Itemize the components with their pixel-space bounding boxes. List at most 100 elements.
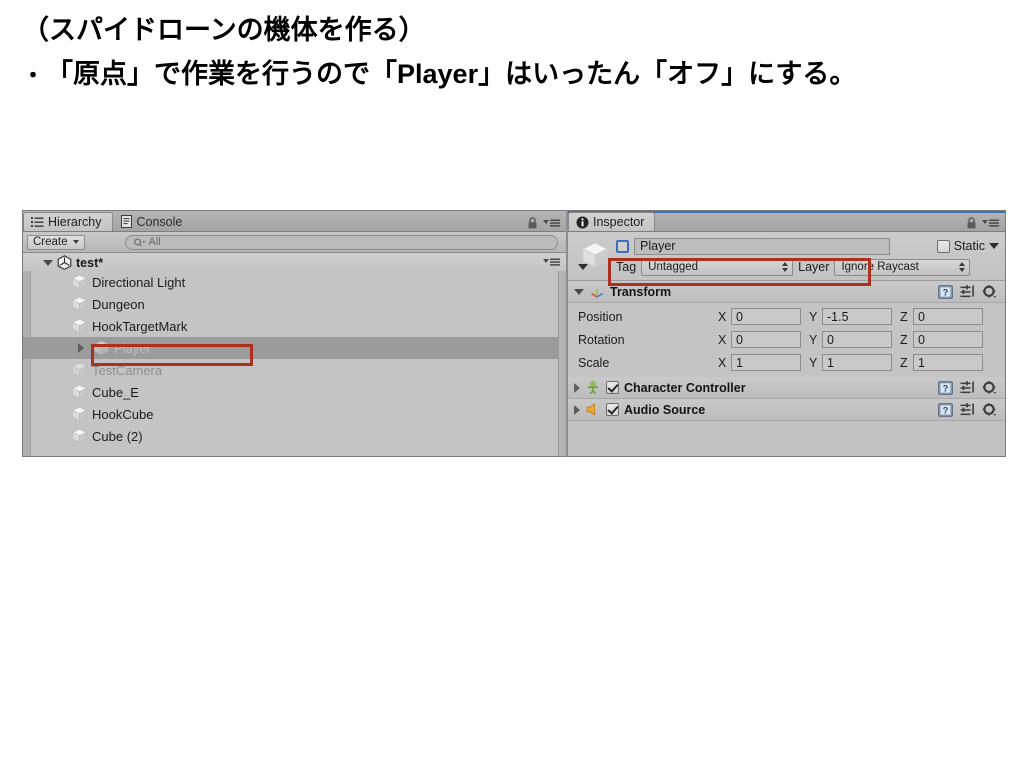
create-button[interactable]: Create [27, 234, 85, 250]
list-item-player[interactable]: Player [23, 337, 566, 359]
slide-heading-line-2: ・「原点」で作業を行うので「Player」はいったん「オフ」にする。 [22, 54, 1002, 96]
audio-source-enabled-checkbox[interactable] [606, 403, 619, 416]
hierarchy-tabstrip-controls [527, 217, 566, 231]
static-checkbox[interactable] [936, 239, 950, 253]
preset-sliders-icon[interactable] [960, 402, 975, 417]
gameobject-name-row: Player Static [616, 236, 999, 256]
tag-dropdown[interactable]: Untagged [641, 258, 794, 276]
gameobject-header: Player Static Tag Untagged Layer Ignore … [568, 232, 1005, 286]
character-controller-enabled-checkbox[interactable] [606, 381, 619, 394]
list-item[interactable]: Dungeon [23, 293, 566, 315]
slide-heading-line-1: （スパイドローンの機体を作る） [22, 15, 426, 45]
chevron-down-icon[interactable] [43, 259, 53, 266]
preset-sliders-icon[interactable] [960, 380, 975, 395]
hierarchy-panel: Hierarchy Console Create All test* Direc… [22, 210, 566, 457]
gameobject-name-field[interactable]: Player [634, 237, 890, 255]
preset-sliders-icon[interactable] [960, 284, 975, 299]
component-header-icons: ? [938, 402, 1005, 417]
scale-y-input[interactable]: 1 [822, 354, 892, 371]
axis-label-x: X [718, 309, 727, 324]
component-transform-title: Transform [610, 284, 672, 299]
position-z-input[interactable]: 0 [913, 308, 983, 325]
tag-label: Tag [616, 260, 637, 274]
console-icon [120, 215, 133, 228]
transform-rotation-row: Rotation X 0 Y 0 Z 0 [568, 328, 1005, 351]
axis-label-y: Y [809, 309, 818, 324]
component-character-controller-header[interactable]: Character Controller ? [568, 377, 1005, 399]
list-item[interactable]: Cube (2) [23, 425, 566, 447]
hierarchy-scrollbar[interactable] [558, 271, 566, 456]
rotation-y-input[interactable]: 0 [822, 331, 892, 348]
list-item[interactable]: TestCamera [23, 359, 566, 381]
slide-bullet-text: 「原点」で作業を行うので「Player」はいったん「オフ」にする。 [46, 59, 857, 89]
list-item-label: HookTargetMark [92, 318, 188, 334]
unity-editor-screenshot: Hierarchy Console Create All test* Direc… [22, 210, 1006, 457]
expand-arrow-slot[interactable] [75, 343, 87, 353]
tag-layer-row: Tag Untagged Layer Ignore Raycast [616, 258, 999, 276]
rotation-x-input[interactable]: 0 [731, 331, 801, 348]
gameobject-enabled-checkbox[interactable] [616, 239, 629, 253]
hamburger-menu-icon[interactable] [543, 218, 560, 228]
tab-inspector[interactable]: Inspector [568, 212, 656, 231]
chevron-right-icon[interactable] [574, 404, 580, 415]
chevron-down-icon[interactable] [989, 243, 999, 249]
hamburger-menu-icon[interactable] [982, 218, 999, 228]
tab-inspector-label: Inspector [593, 215, 645, 229]
hamburger-menu-icon[interactable] [543, 257, 560, 267]
axis-label-x: X [718, 332, 727, 347]
component-character-controller-title: Character Controller [624, 380, 746, 395]
scene-root-row[interactable]: test* [23, 253, 566, 273]
search-input-text: All [148, 236, 161, 248]
layer-dropdown[interactable]: Ignore Raycast [834, 258, 971, 276]
tab-hierarchy-label: Hierarchy [48, 215, 102, 229]
tab-hierarchy[interactable]: Hierarchy [23, 212, 113, 231]
position-x-input[interactable]: 0 [731, 308, 801, 325]
help-book-icon[interactable]: ? [938, 402, 953, 417]
hierarchy-tree: Directional Light Dungeon HookTargetMark… [23, 271, 566, 456]
transform-axis-icon [589, 284, 605, 299]
axis-label-z: Z [900, 355, 908, 370]
hierarchy-list-icon [31, 216, 44, 229]
component-transform-header[interactable]: Transform ? [568, 281, 1005, 303]
axis-label-z: Z [900, 332, 908, 347]
lock-icon[interactable] [527, 217, 538, 229]
scene-name-label: test* [76, 255, 104, 270]
help-book-icon[interactable]: ? [938, 284, 953, 299]
gear-icon[interactable] [982, 402, 997, 417]
help-book-icon[interactable]: ? [938, 380, 953, 395]
create-button-label: Create [33, 236, 68, 248]
scale-z-input[interactable]: 1 [913, 354, 983, 371]
layer-dropdown-value: Ignore Raycast [841, 261, 919, 273]
axis-label-z: Z [900, 309, 908, 324]
gear-icon[interactable] [982, 284, 997, 299]
tab-console[interactable]: Console [113, 212, 193, 231]
list-item-label: HookCube [92, 406, 154, 422]
list-item[interactable]: HookTargetMark [23, 315, 566, 337]
updown-arrows-icon [959, 262, 966, 272]
search-input[interactable]: All [124, 234, 558, 250]
gear-icon[interactable] [982, 380, 997, 395]
chevron-right-icon[interactable] [78, 343, 84, 353]
character-controller-icon [585, 380, 601, 395]
list-item[interactable]: HookCube [23, 403, 566, 425]
list-item-label: Player [114, 340, 151, 356]
list-item[interactable]: Directional Light [23, 271, 566, 293]
position-y-input[interactable]: -1.5 [822, 308, 892, 325]
lock-icon[interactable] [966, 217, 977, 229]
list-item-label: Cube (2) [92, 428, 143, 444]
transform-position-label: Position [578, 309, 623, 324]
component-audio-source-header[interactable]: Audio Source ? [568, 399, 1005, 421]
list-item[interactable]: Cube_E [23, 381, 566, 403]
chevron-down-icon[interactable] [574, 288, 584, 295]
chevron-right-icon[interactable] [574, 382, 580, 393]
layer-label: Layer [798, 260, 830, 274]
list-item-label: Directional Light [92, 274, 186, 290]
svg-text:?: ? [943, 405, 949, 415]
rotation-z-input[interactable]: 0 [913, 331, 983, 348]
list-item-label: Dungeon [92, 296, 145, 312]
svg-text:?: ? [943, 287, 949, 297]
scale-x-input[interactable]: 1 [731, 354, 801, 371]
static-control-group: Static [936, 239, 999, 253]
scene-row-controls [543, 257, 566, 269]
component-header-icons: ? [938, 284, 1005, 299]
